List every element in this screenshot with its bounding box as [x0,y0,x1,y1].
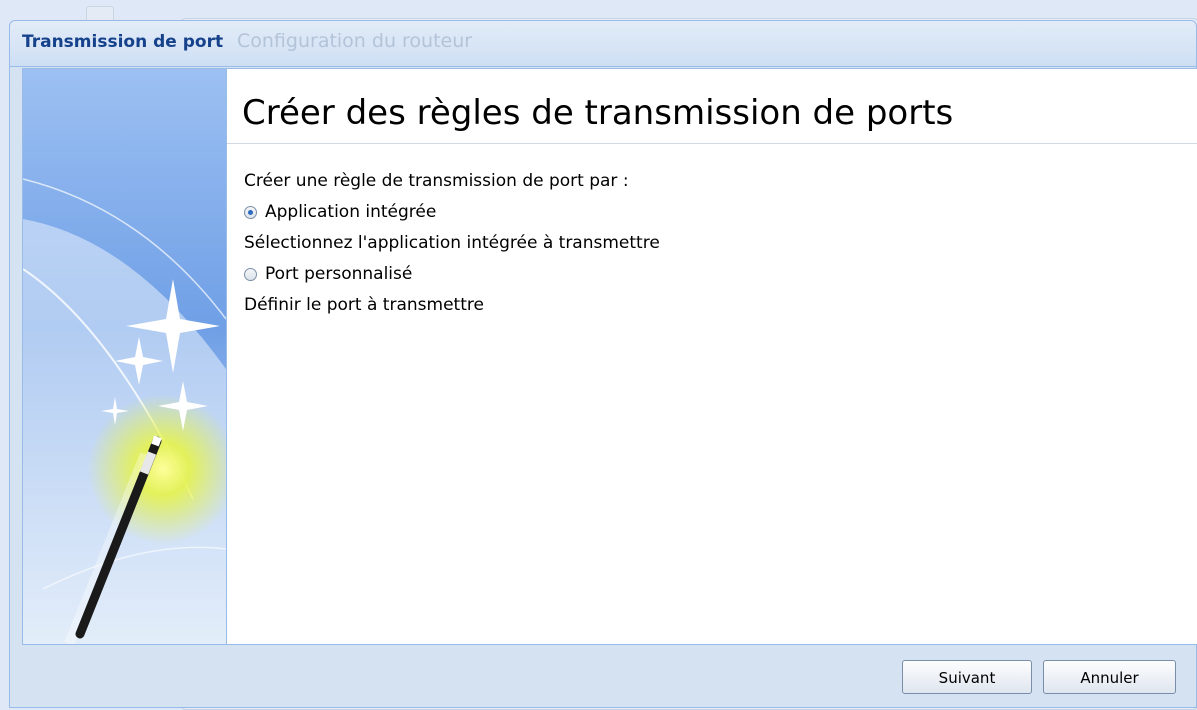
radio-builtin-application[interactable] [244,206,257,219]
option-custom-port[interactable]: Port personnalisé [244,259,660,290]
dialog-footer: Suivant Annuler [10,644,1196,707]
option-builtin-application[interactable]: Application intégrée [244,197,660,228]
wizard-panel: Créer des règles de transmission de port… [22,68,1197,645]
next-button[interactable]: Suivant [902,660,1032,694]
wizard-heading-area: Créer des règles de transmission de port… [227,69,1197,144]
background-window-title: Configuration du routeur [237,30,473,52]
wizard-content: Créer des règles de transmission de port… [227,69,1197,644]
option-builtin-application-description: Sélectionnez l'application intégrée à tr… [244,233,660,253]
rule-type-prompt: Créer une règle de transmission de port … [244,171,629,191]
option-custom-port-label[interactable]: Port personnalisé [265,259,412,290]
cancel-button[interactable]: Annuler [1043,660,1176,694]
port-forwarding-dialog: Configuration du routeur Transmission de… [9,20,1197,708]
option-custom-port-description: Définir le port à transmettre [244,295,484,315]
dialog-titlebar[interactable]: Configuration du routeur Transmission de… [10,21,1196,67]
rule-type-form: Créer une règle de transmission de port … [244,166,660,321]
page-title: Créer des règles de transmission de port… [242,93,954,133]
wizard-side-image [23,69,227,644]
option-builtin-application-label[interactable]: Application intégrée [265,197,436,228]
magic-wand-icon [23,69,226,644]
dialog-title: Transmission de port [22,32,224,52]
radio-custom-port[interactable] [244,268,257,281]
